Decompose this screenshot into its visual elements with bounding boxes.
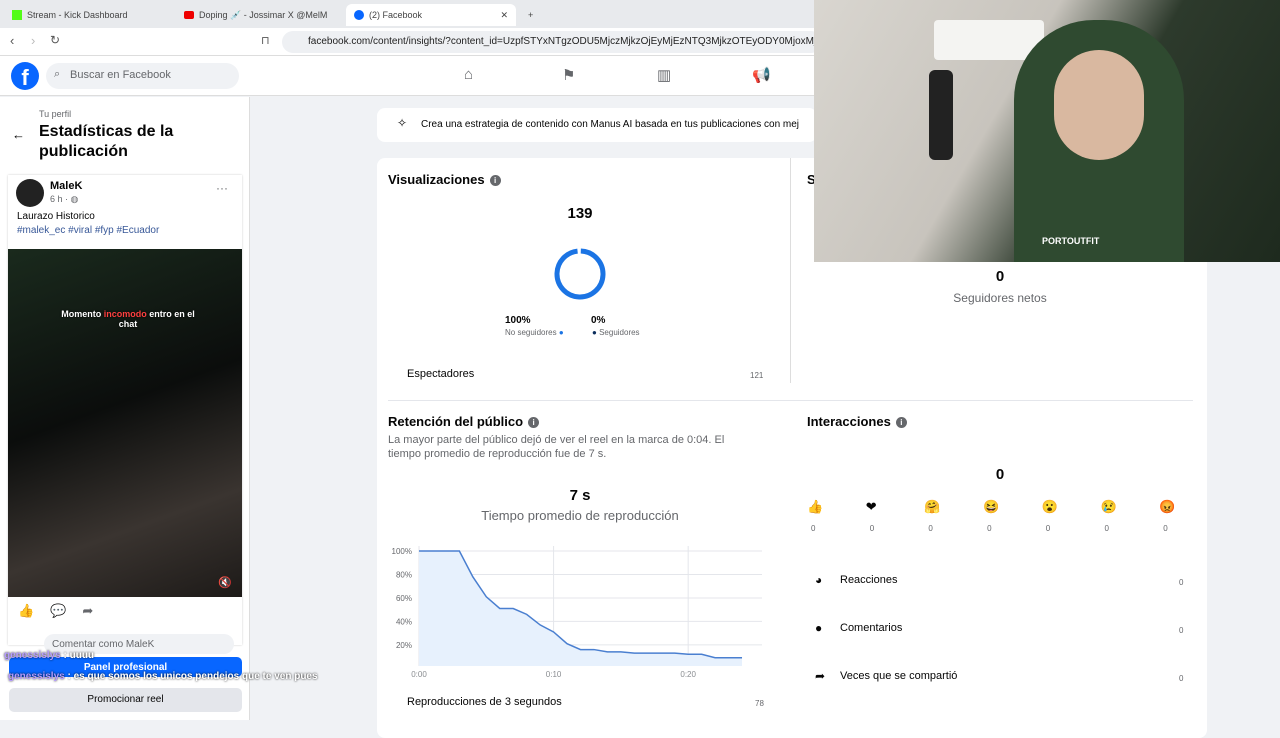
like-icon: 👍 <box>807 499 823 515</box>
info-icon[interactable]: i <box>896 417 907 428</box>
care-icon: 🤗 <box>924 499 940 515</box>
x-tick-label: 0:00 <box>411 670 427 678</box>
y-tick-label: 40% <box>396 617 412 626</box>
viewers-label: Espectadores <box>407 368 474 380</box>
sad-icon: 😢 <box>1101 499 1117 515</box>
facebook-logo[interactable]: f <box>11 62 39 90</box>
insights-icon[interactable]: ▥ <box>657 66 671 84</box>
haha-icon: 😆 <box>983 499 999 515</box>
page-title: Estadísticas de la publicación <box>39 122 239 162</box>
tab-youtube[interactable]: Doping 💉 - Jossimar X @MelM <box>176 4 346 26</box>
net-followers-value: 0 <box>790 268 1210 285</box>
search-input[interactable]: ⌕Buscar en Facebook <box>46 63 239 89</box>
reaction-count: 0 <box>928 524 932 533</box>
facebook-icon <box>354 10 364 20</box>
reactions-icon: ◕ <box>815 573 822 587</box>
y-tick-label: 60% <box>396 594 412 603</box>
video-overlay-text: Momento incomodo entro en el chat <box>53 309 203 329</box>
share-icon[interactable]: ➦ <box>82 603 93 619</box>
like-icon[interactable]: 👍 <box>18 603 34 619</box>
post-caption: Laurazo Historico <box>17 211 95 222</box>
reload-icon[interactable]: ↻ <box>50 33 60 47</box>
youtube-icon <box>184 11 194 19</box>
x-tick-label: 0:20 <box>680 670 696 678</box>
mute-icon[interactable]: 🔇 <box>218 576 232 589</box>
flag-icon[interactable]: ⚑ <box>562 66 575 84</box>
post-time[interactable]: 6 h · <box>50 194 68 204</box>
views-section: Visualizacionesi <box>388 172 501 187</box>
retention-area <box>419 551 742 666</box>
reaction-count: 0 <box>811 524 815 533</box>
post-author[interactable]: MaleK <box>50 180 82 192</box>
reaction-count: 0 <box>1046 524 1050 533</box>
legend-non-followers: No seguidores ● <box>505 328 564 337</box>
kick-icon <box>12 10 22 20</box>
home-icon[interactable]: ⌂ <box>464 66 473 83</box>
reaction-count: 0 <box>870 524 874 533</box>
views-donut <box>553 247 607 301</box>
hoodie-logo: PORTOUTFIT <box>1042 236 1099 246</box>
webcam-overlay: PORTOUTFIT <box>814 0 1280 262</box>
x-tick-label: 0:10 <box>546 670 562 678</box>
reaction-count: 0 <box>987 524 991 533</box>
stream-chat-line: genessislys : uuuu <box>4 650 94 661</box>
manus-ai-banner[interactable]: ✧ Crea una estrategia de contenido con M… <box>377 108 817 142</box>
donut-non-followers <box>556 250 604 298</box>
url-field[interactable]: facebook.com/content/insights/?content_i… <box>282 31 822 53</box>
wow-icon: 😮 <box>1042 499 1058 515</box>
back-arrow-icon[interactable]: ← <box>12 127 25 142</box>
viewers-value: 121 <box>750 371 763 380</box>
new-tab-button[interactable]: + <box>520 4 541 26</box>
back-icon[interactable]: ‹ <box>10 33 14 48</box>
post-hashtags[interactable]: #malek_ec #viral #fyp #Ecuador <box>17 225 159 236</box>
y-tick-label: 100% <box>392 547 412 556</box>
love-icon: ❤ <box>866 499 877 515</box>
retention-chart: 100% 80% 60% 40% 20% 0:00 0:10 0:20 <box>377 538 777 678</box>
globe-icon: ◍ <box>71 194 79 204</box>
info-icon[interactable]: i <box>490 175 501 186</box>
angry-icon: 😡 <box>1159 499 1175 515</box>
search-icon: ⌕ <box>54 68 60 81</box>
legend-followers: ● Seguidores <box>592 328 640 337</box>
y-tick-label: 80% <box>396 570 412 579</box>
views-total: 139 <box>377 205 783 222</box>
more-options-icon[interactable]: ··· <box>216 181 228 195</box>
reaction-count: 0 <box>1163 524 1167 533</box>
reaction-count: 0 <box>1105 524 1109 533</box>
reel-video[interactable]: Momento incomodo entro en el chat 🔇 <box>8 249 242 597</box>
close-tab-icon[interactable]: ✕ <box>500 10 508 21</box>
share-icon: ➦ <box>815 669 825 683</box>
bookmark-icon[interactable]: ⊓ <box>261 34 270 47</box>
comment-icon: ● <box>815 621 822 635</box>
y-tick-label: 20% <box>396 641 412 650</box>
avatar[interactable] <box>16 179 44 207</box>
tab-facebook[interactable]: (2) Facebook✕ <box>346 4 516 26</box>
breadcrumb[interactable]: Tu perfil <box>39 109 71 119</box>
info-icon[interactable]: i <box>528 417 539 428</box>
sparkle-icon: ✧ <box>397 116 407 130</box>
forward-icon[interactable]: › <box>31 33 35 48</box>
promote-reel-button[interactable]: Promocionar reel <box>9 688 242 712</box>
megaphone-icon[interactable]: 📢 <box>752 66 771 84</box>
stream-chat-line: genessislys : es que somos los unicos pe… <box>8 671 318 682</box>
comment-icon[interactable]: 💬 <box>50 603 66 619</box>
tab-kick[interactable]: Stream - Kick Dashboard <box>4 4 174 26</box>
